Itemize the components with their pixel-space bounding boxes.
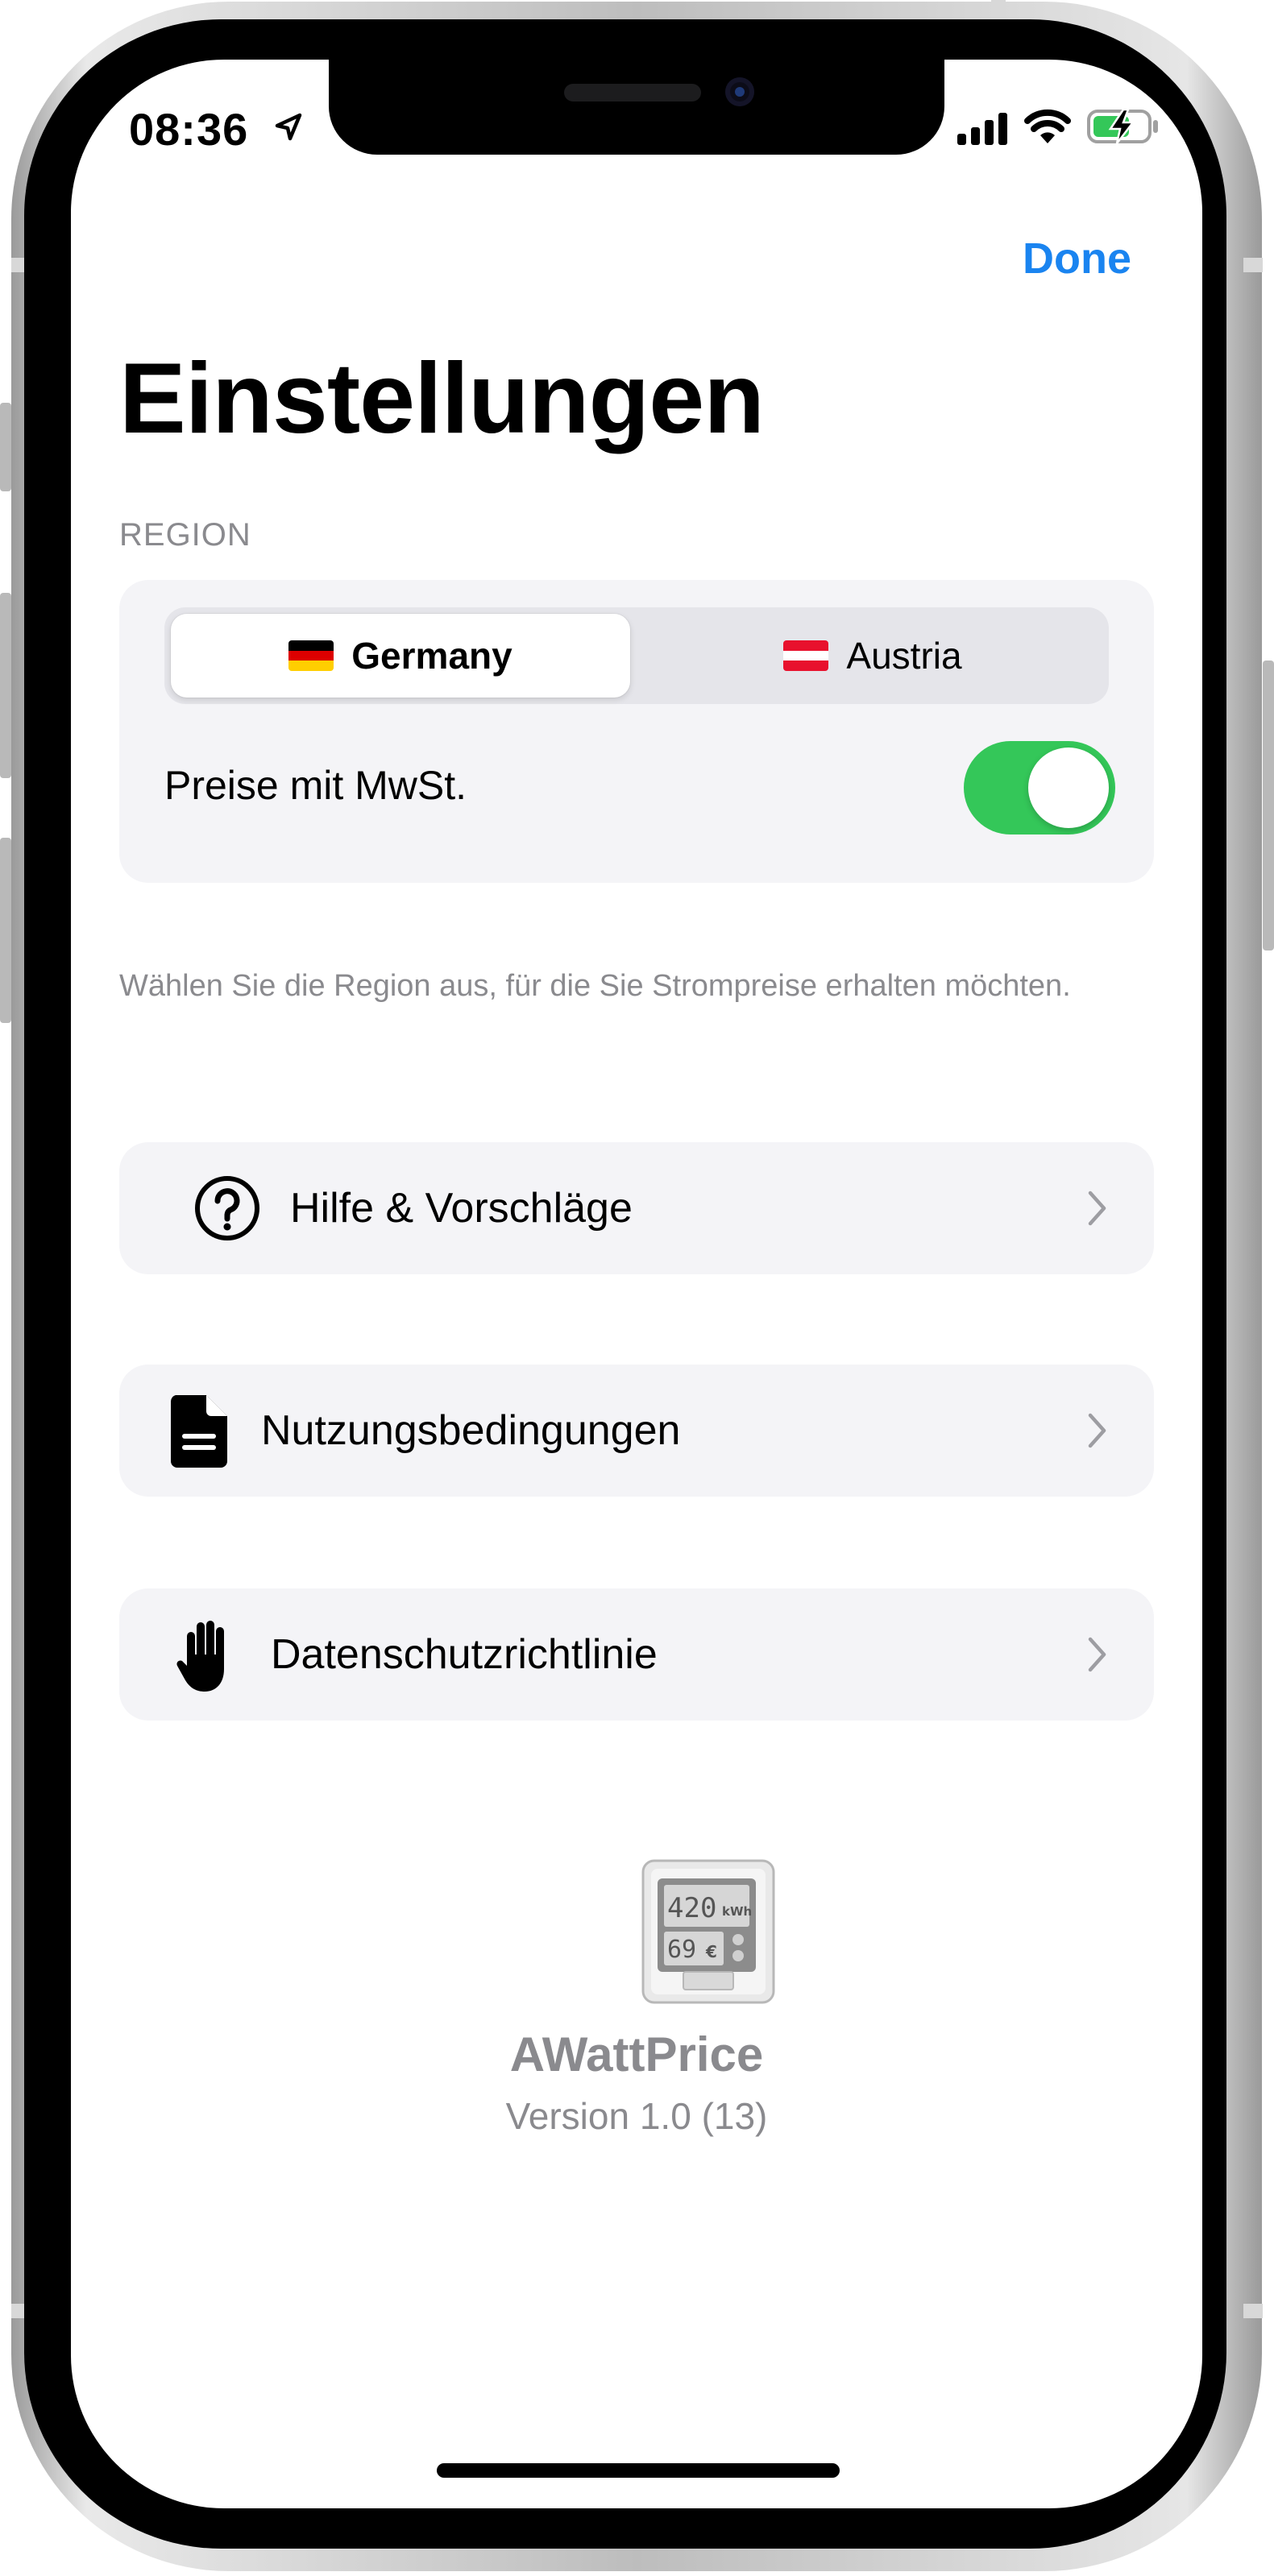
front-camera [725, 77, 754, 106]
region-card: Germany Austria Preise mit MwSt. [119, 580, 1154, 883]
home-indicator[interactable] [437, 2463, 840, 2478]
antenna-band [991, 0, 1006, 19]
segment-austria[interactable]: Austria [643, 614, 1102, 698]
region-section-header: REGION [119, 517, 251, 553]
app-icon-display-top: 420 [667, 1892, 716, 1924]
document-icon [171, 1395, 227, 1468]
terms-of-use-row[interactable]: Nutzungsbedingungen [119, 1365, 1154, 1497]
cellular-signal-icon [957, 113, 1007, 145]
region-segmented-control: Germany Austria [164, 607, 1109, 704]
page-title: Einstellungen [119, 343, 765, 454]
row-label: Datenschutzrichtlinie [271, 1631, 658, 1678]
help-suggestions-row[interactable]: Hilfe & Vorschläge [119, 1142, 1154, 1274]
screen: 08:36 Done Einstellungen REGION Germany … [71, 60, 1202, 2508]
battery-charging-icon [1087, 108, 1158, 144]
app-name: AWattPrice [509, 2027, 764, 2081]
app-icon-display-top-unit: kWh [722, 1904, 752, 1919]
question-circle-icon [195, 1176, 259, 1240]
row-label: Nutzungsbedingungen [261, 1407, 681, 1454]
vat-label: Preise mit MwSt. [164, 763, 467, 808]
antenna-band [1243, 258, 1263, 272]
privacy-policy-row[interactable]: Datenschutzrichtlinie [119, 1588, 1154, 1721]
status-time: 08:36 [129, 104, 249, 155]
antenna-band [1243, 2304, 1263, 2318]
toggle-knob [1028, 748, 1109, 828]
side-power-button [1263, 661, 1274, 950]
app-icon-display-bottom: 69 [667, 1936, 696, 1964]
segment-label: Germany [351, 635, 513, 677]
segment-label: Austria [846, 635, 962, 677]
volume-up-button [0, 593, 11, 778]
region-footer-text: Wählen Sie die Region aus, für die Sie S… [119, 969, 1071, 1003]
app-version: Version 1.0 (13) [505, 2095, 768, 2137]
chevron-right-icon [1088, 1637, 1106, 1672]
hand-raised-icon [176, 1621, 224, 1692]
done-button[interactable]: Done [1023, 234, 1131, 284]
row-label: Hilfe & Vorschläge [290, 1185, 633, 1232]
germany-flag-icon [288, 640, 334, 671]
wifi-icon [1024, 109, 1071, 143]
location-arrow-icon [275, 113, 302, 141]
app-icon: 420 kWh 69 € [641, 1859, 775, 2004]
camera-notch [329, 60, 944, 155]
chevron-right-icon [1088, 1191, 1106, 1226]
app-icon-display-bottom-unit: € [705, 1942, 717, 1961]
earpiece-speaker [564, 84, 701, 101]
segment-germany[interactable]: Germany [171, 614, 630, 698]
vat-toggle[interactable] [964, 741, 1115, 835]
austria-flag-icon [783, 640, 829, 671]
silent-switch [0, 403, 11, 491]
chevron-right-icon [1088, 1413, 1106, 1448]
volume-down-button [0, 838, 11, 1023]
